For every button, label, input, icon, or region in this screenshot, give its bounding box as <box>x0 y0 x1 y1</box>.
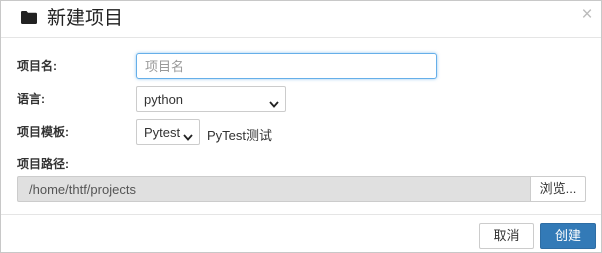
project-name-label: 项目名: <box>17 59 57 73</box>
template-selected-value: Pytest <box>144 125 181 140</box>
create-button[interactable]: 创建 <box>540 223 596 249</box>
template-label: 项目模板: <box>17 125 69 139</box>
project-path-field: /home/thtf/projects <box>17 176 531 202</box>
project-name-input[interactable] <box>136 53 437 79</box>
chevron-down-icon <box>183 129 193 141</box>
project-path-group: /home/thtf/projects 浏览... <box>17 176 586 202</box>
template-select[interactable]: Pytest <box>136 119 200 145</box>
dialog-footer: 取消 创建 <box>1 214 601 253</box>
new-project-dialog: 新建项目 × 项目名: 语言: python 项目模板: Pytest PyTe… <box>0 0 602 253</box>
dialog-title: 新建项目 <box>47 8 124 29</box>
cancel-button[interactable]: 取消 <box>479 223 534 249</box>
project-path-label: 项目路径: <box>17 157 69 171</box>
close-button[interactable]: × <box>578 4 596 26</box>
language-selected-value: python <box>144 92 184 107</box>
dialog-header: 新建项目 × <box>1 1 601 38</box>
language-label: 语言: <box>17 92 45 106</box>
language-select[interactable]: python <box>136 86 286 112</box>
chevron-down-icon <box>269 96 279 108</box>
browse-button[interactable]: 浏览... <box>530 176 586 202</box>
folder-icon <box>21 11 37 24</box>
template-description: PyTest测试 <box>207 128 273 143</box>
